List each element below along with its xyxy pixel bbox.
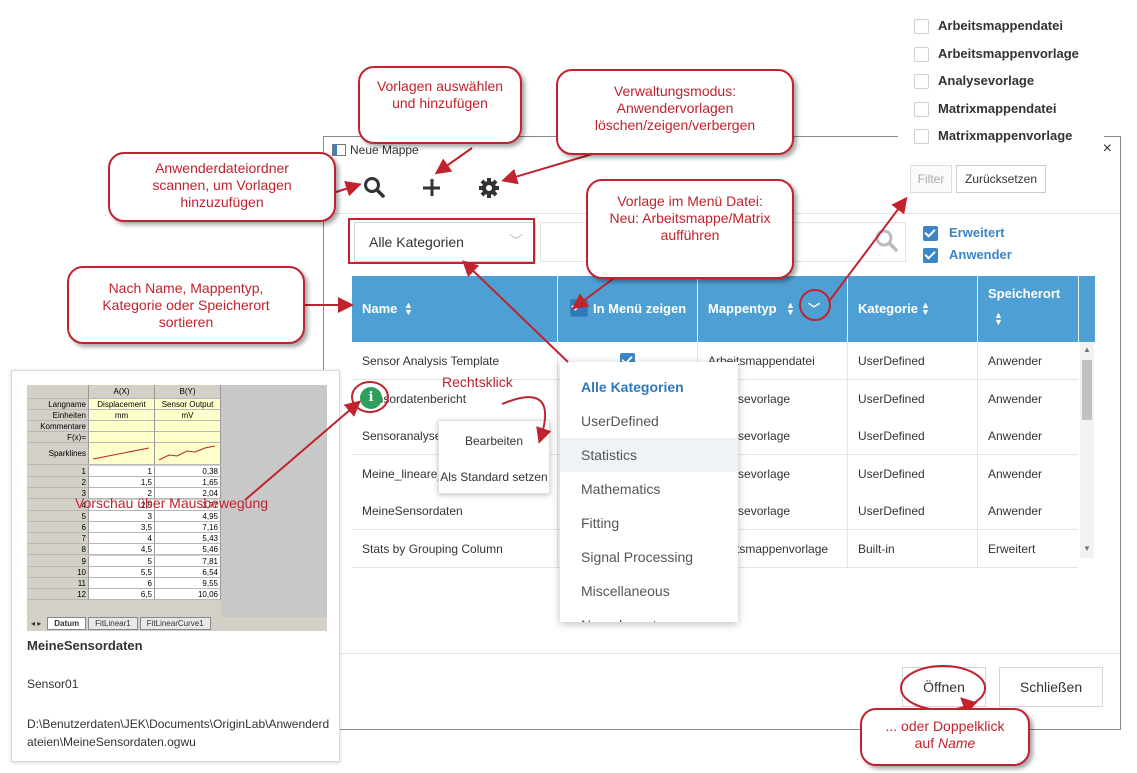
callout-double-click: ... oder Doppelklick auf Name	[860, 708, 1030, 766]
callout-sort: Nach Name, Mappentyp, Kategorie oder Spe…	[67, 266, 305, 344]
callout-admin-mode: Verwaltungsmodus: Anwendervorlagen lösch…	[556, 69, 794, 155]
callout-add-templates: Vorlagen auswählen und hinzufügen	[358, 66, 522, 144]
label-right-click: Rechtsklick	[442, 374, 513, 390]
callout-scan: Anwenderdateiordner scannen, um Vorlagen…	[108, 152, 336, 222]
callout-show-in-menu: Vorlage im Menü Datei: Neu: Arbeitsmappe…	[586, 179, 794, 279]
label-hover-preview: Vorschau über Mausbewegung	[75, 495, 269, 511]
